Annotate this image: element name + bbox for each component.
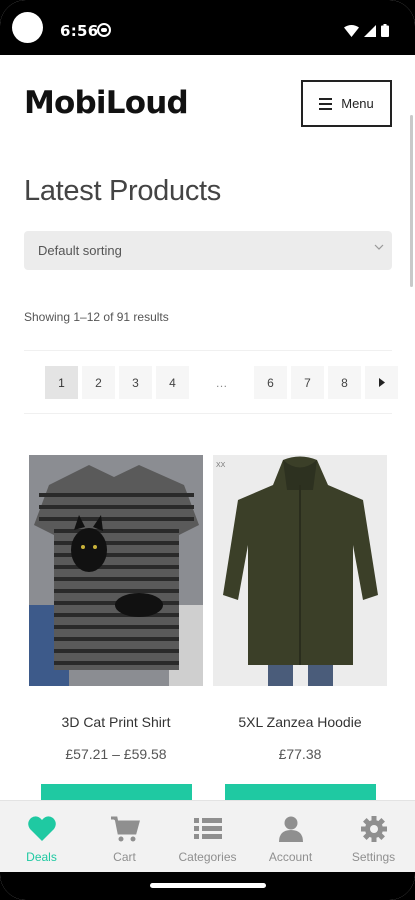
wifi-icon — [344, 25, 359, 37]
add-to-cart-button[interactable] — [40, 784, 192, 800]
tab-cart[interactable]: Cart — [83, 801, 166, 872]
page-link-3[interactable]: 3 — [119, 366, 152, 399]
tab-settings[interactable]: Settings — [332, 801, 415, 872]
tab-categories[interactable]: Categories — [166, 801, 249, 872]
product-name[interactable]: 3D Cat Print Shirt — [29, 714, 203, 730]
vpn-icon — [97, 23, 111, 37]
camera-cutout — [12, 12, 43, 43]
status-bar: 6:56 — [0, 0, 415, 55]
result-count: Showing 1–12 of 91 results — [24, 310, 169, 324]
person-icon — [278, 816, 303, 842]
product-image-cat-shirt[interactable] — [29, 455, 203, 686]
caret-right-icon — [379, 378, 385, 387]
page-scrollbar[interactable] — [410, 115, 413, 287]
page-link-1[interactable]: 1 — [45, 366, 78, 399]
divider — [24, 413, 392, 414]
menu-button-label: Menu — [341, 96, 374, 111]
svg-text:XX: XX — [216, 462, 226, 469]
bottom-tab-bar: Deals Cart Categories Account Settings — [0, 800, 415, 872]
add-to-cart-button[interactable] — [224, 784, 376, 800]
menu-button[interactable]: Menu — [301, 80, 392, 127]
product-card[interactable]: 3D Cat Print Shirt £57.21 – £59.58 — [29, 455, 203, 800]
sort-select[interactable]: Default sorting — [24, 231, 392, 270]
page-link-7[interactable]: 7 — [291, 366, 324, 399]
battery-icon — [381, 24, 389, 37]
page-title: Latest Products — [24, 175, 221, 207]
page-link-4[interactable]: 4 — [156, 366, 189, 399]
product-price: £57.21 – £59.58 — [65, 746, 167, 762]
product-name[interactable]: 5XL Zanzea Hoodie — [213, 714, 387, 730]
page-link-8[interactable]: 8 — [328, 366, 361, 399]
cart-icon — [110, 816, 140, 842]
product-card[interactable]: XX 5XL Zanzea Hoodie £77.38 — [213, 455, 387, 800]
page-link-6[interactable]: 6 — [254, 366, 287, 399]
tab-label: Deals — [26, 850, 57, 864]
next-page-button[interactable] — [365, 366, 398, 399]
heart-icon — [27, 816, 56, 841]
status-icons — [344, 24, 389, 37]
system-nav-bar — [0, 872, 415, 900]
tab-account[interactable]: Account — [249, 801, 332, 872]
tab-label: Categories — [178, 850, 237, 864]
hamburger-icon — [319, 97, 333, 110]
product-image-hoodie[interactable]: XX — [213, 455, 387, 686]
sort-select-value: Default sorting — [38, 243, 122, 258]
phone-screen: 6:56 MobiLoud Menu Latest Products Defau… — [0, 0, 415, 900]
chevron-down-icon — [374, 244, 384, 250]
tab-label: Cart — [113, 850, 136, 864]
page-link-2[interactable]: 2 — [82, 366, 115, 399]
product-price: £77.38 — [278, 746, 322, 762]
pagination: 1 2 3 4 … 6 7 8 — [45, 366, 398, 399]
divider — [24, 350, 392, 351]
status-time: 6:56 — [60, 22, 99, 40]
gear-icon — [360, 816, 387, 842]
page-ellipsis: … — [215, 375, 228, 390]
signal-icon — [364, 25, 376, 37]
tab-deals[interactable]: Deals — [0, 801, 83, 872]
tab-label: Settings — [351, 850, 396, 864]
web-page[interactable]: MobiLoud Menu Latest Products Default so… — [0, 55, 415, 800]
site-logo[interactable]: MobiLoud — [24, 85, 189, 121]
list-icon — [193, 818, 222, 839]
home-gesture-bar[interactable] — [150, 883, 266, 888]
tab-label: Account — [268, 850, 313, 864]
